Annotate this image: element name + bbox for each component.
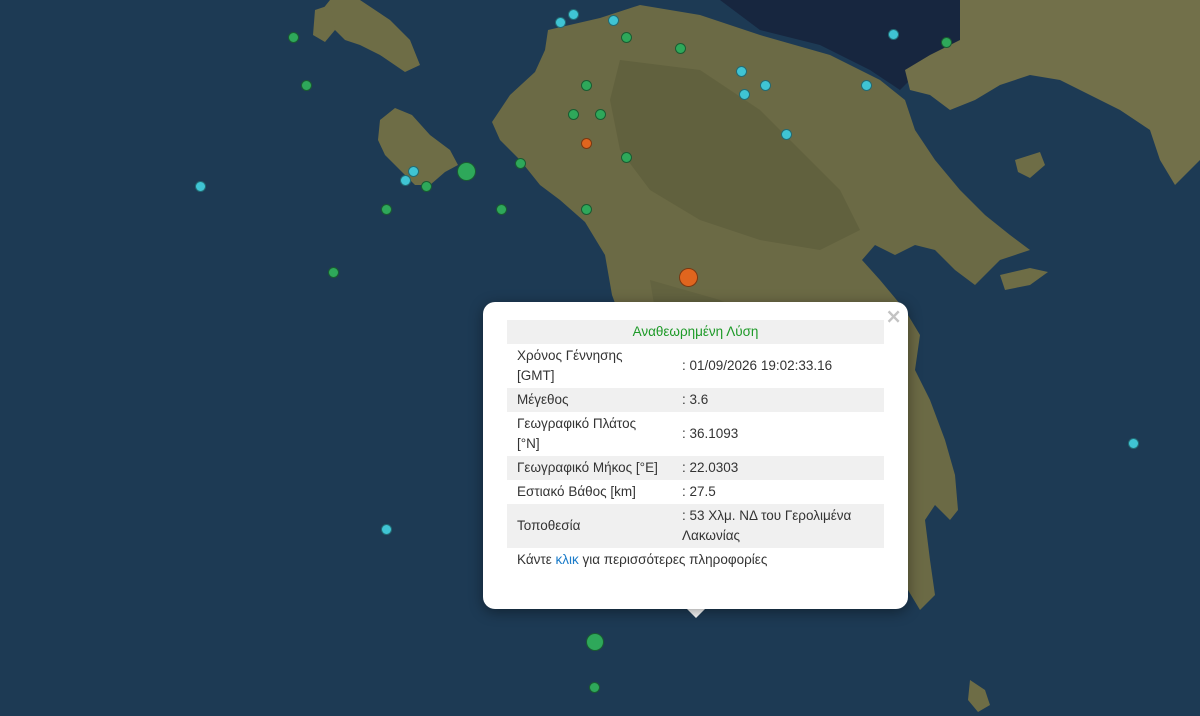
- more-info-link[interactable]: κλικ: [556, 552, 579, 567]
- earthquake-marker-cyan[interactable]: [554, 17, 566, 29]
- earthquake-popup: × Αναθεωρημένη Λύση Χρόνος Γέννησης [GMT…: [483, 302, 908, 609]
- longitude-label: Γεωγραφικό Μήκος [°E]: [507, 456, 672, 480]
- earthquake-marker-green[interactable]: [581, 203, 593, 215]
- earthquake-marker-cyan[interactable]: [735, 66, 747, 78]
- popup-tip: [686, 608, 706, 618]
- earthquake-marker-green[interactable]: [514, 157, 526, 169]
- close-icon[interactable]: ×: [885, 306, 902, 326]
- origin-time-value: : 01/09/2026 19:02:33.16: [682, 358, 833, 373]
- earthquake-marker-cyan[interactable]: [887, 28, 899, 40]
- earthquake-marker-green[interactable]: [381, 203, 393, 215]
- magnitude-value: : 3.6: [672, 388, 884, 412]
- origin-time-label: Χρόνος Γέννησης [GMT]: [517, 348, 623, 383]
- earthquake-marker-orange[interactable]: [678, 268, 698, 288]
- earthquake-marker-green[interactable]: [287, 31, 299, 43]
- earthquake-marker-cyan[interactable]: [399, 174, 411, 186]
- earthquake-marker-green[interactable]: [567, 109, 579, 121]
- footer-suffix: για περισσότερες πληροφορίες: [578, 552, 768, 567]
- popup-footer: Κάντε κλικ για περισσότερες πληροφορίες: [507, 548, 884, 572]
- earthquake-marker-green[interactable]: [421, 180, 433, 192]
- table-row: Χρόνος Γέννησης [GMT] : 01/09/2026 19:02…: [507, 344, 884, 388]
- earthquake-marker-green[interactable]: [495, 203, 507, 215]
- table-row: Μέγεθος : 3.6: [507, 388, 884, 412]
- depth-value: : 27.5: [682, 484, 716, 499]
- earthquake-marker-cyan[interactable]: [607, 14, 619, 26]
- table-row: Γεωγραφικό Μήκος [°E] : 22.0303: [507, 456, 884, 480]
- location-value: : 53 Χλμ. ΝΔ του Γερολιμένα Λακωνίας: [672, 504, 884, 548]
- earthquake-marker-cyan[interactable]: [738, 89, 750, 100]
- footer-prefix: Κάντε: [517, 552, 556, 567]
- selected-earthquake-marker[interactable]: [585, 632, 604, 651]
- earthquake-marker-cyan[interactable]: [567, 8, 579, 20]
- earthquake-marker-green[interactable]: [621, 31, 633, 43]
- earthquake-marker-orange[interactable]: [581, 137, 593, 149]
- table-row: Τοποθεσία : 53 Χλμ. ΝΔ του Γερολιμένα Λα…: [507, 504, 884, 548]
- earthquake-marker-cyan[interactable]: [194, 180, 206, 192]
- popup-header: Αναθεωρημένη Λύση: [507, 320, 884, 344]
- latitude-label: Γεωγραφικό Πλάτος [°N]: [517, 416, 637, 451]
- table-row: Γεωγραφικό Πλάτος [°N] : 36.1093: [507, 412, 884, 456]
- earthquake-marker-green[interactable]: [674, 43, 686, 55]
- table-row: Εστιακό Βάθος [km] : 27.5: [507, 480, 884, 504]
- depth-label: Εστιακό Βάθος [km]: [517, 484, 636, 499]
- longitude-value: : 22.0303: [672, 456, 884, 480]
- earthquake-marker-green[interactable]: [589, 681, 601, 693]
- latitude-value: : 36.1093: [682, 426, 739, 441]
- info-table: Χρόνος Γέννησης [GMT] : 01/09/2026 19:02…: [507, 344, 884, 548]
- earthquake-marker-green[interactable]: [327, 266, 339, 278]
- magnitude-label: Μέγεθος: [507, 388, 672, 412]
- location-label: Τοποθεσία: [507, 504, 672, 548]
- earthquake-marker-green[interactable]: [594, 109, 606, 121]
